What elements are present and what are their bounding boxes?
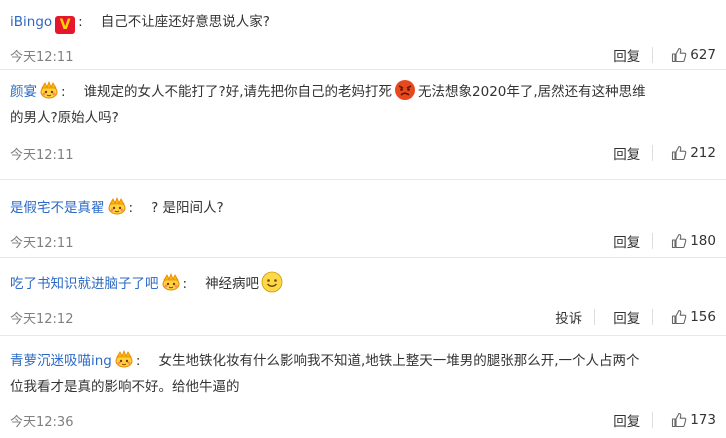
like-button[interactable]: 212 bbox=[671, 145, 716, 161]
divider bbox=[652, 309, 654, 325]
reply-button[interactable]: 回复 bbox=[613, 231, 640, 251]
comment-text: 神经病吧 bbox=[205, 276, 260, 292]
divider bbox=[652, 145, 654, 161]
reply-button[interactable]: 回复 bbox=[613, 143, 640, 163]
like-button[interactable]: 180 bbox=[671, 233, 716, 249]
comment-actions: 投诉 回复 156 bbox=[537, 307, 716, 327]
comment-body: 吃了书知识就进脑子了吧: 神经病吧 bbox=[10, 271, 716, 297]
comment-text: 位我看才是真的影响不好。给他牛逼的 bbox=[10, 379, 240, 395]
username-link[interactable]: 青萝沉迷吸喵ing bbox=[10, 353, 112, 369]
divider bbox=[652, 412, 654, 428]
member-crown-icon bbox=[39, 81, 59, 99]
comment-actions: 回复 180 bbox=[595, 231, 716, 251]
comment-text: 无法想象2020年了,居然还有这种思维 bbox=[418, 84, 646, 100]
comment-meta: 今天12:12 投诉 回复 156 bbox=[10, 305, 716, 331]
reply-button[interactable]: 回复 bbox=[613, 410, 640, 430]
comment-time: 今天12:11 bbox=[10, 148, 74, 163]
comment-text: ? 是阳间人? bbox=[151, 200, 224, 216]
comment-item: 青萝沉迷吸喵ing: 女生地铁化妆有什么影响我不知道,地铁上整天一堆男的腿张那么开… bbox=[0, 336, 726, 438]
comment-body: 青萝沉迷吸喵ing: 女生地铁化妆有什么影响我不知道,地铁上整天一堆男的腿张那么开… bbox=[10, 348, 716, 374]
comment-body: iBingo V: 自己不让座还好意思说人家? bbox=[10, 9, 716, 35]
comment-actions: 回复 212 bbox=[595, 143, 716, 163]
comment-time: 今天12:11 bbox=[10, 50, 74, 65]
like-count: 627 bbox=[690, 47, 716, 63]
username-link[interactable]: iBingo bbox=[10, 14, 52, 30]
angry-face-emoji-icon bbox=[395, 80, 416, 100]
divider bbox=[652, 233, 654, 249]
comment-text: 女生地铁化妆有什么影响我不知道,地铁上整天一堆男的腿张那么开,一个人占两个 bbox=[158, 353, 640, 369]
thumbs-up-icon bbox=[671, 412, 687, 428]
username-link[interactable]: 吃了书知识就进脑子了吧 bbox=[10, 276, 159, 292]
divider bbox=[594, 309, 596, 325]
member-crown-icon bbox=[161, 273, 181, 291]
comment-meta: 今天12:11 回复 180 bbox=[10, 229, 716, 255]
comment-body: 是假宅不是真翟: ? 是阳间人? bbox=[10, 195, 716, 221]
comment-actions: 回复 173 bbox=[595, 410, 716, 430]
comment-text: 自己不让座还好意思说人家? bbox=[100, 14, 270, 30]
colon: : bbox=[128, 200, 134, 216]
comment-meta: 今天12:11 回复 627 bbox=[10, 43, 716, 69]
colon: : bbox=[78, 14, 83, 30]
thumbs-up-icon bbox=[671, 145, 687, 161]
member-crown-icon bbox=[107, 197, 127, 215]
comment-text: 谁规定的女人不能打了?好,请先把你自己的老妈打死 bbox=[83, 84, 393, 100]
comment-item: 吃了书知识就进脑子了吧: 神经病吧 今天12:12 投诉 回复 156 bbox=[0, 258, 726, 336]
like-button[interactable]: 627 bbox=[671, 47, 716, 63]
username-link[interactable]: 是假宅不是真翟 bbox=[10, 200, 105, 216]
comment-time: 今天12:36 bbox=[10, 415, 74, 430]
like-count: 173 bbox=[690, 412, 716, 428]
like-button[interactable]: 173 bbox=[671, 412, 716, 428]
colon: : bbox=[61, 84, 66, 100]
reply-button[interactable]: 回复 bbox=[613, 307, 640, 327]
comment-item: 颜宴: 谁规定的女人不能打了?好,请先把你自己的老妈打死 无法想象2020年了,居然… bbox=[0, 70, 726, 180]
comment-body-continued: 位我看才是真的影响不好。给他牛逼的 bbox=[10, 374, 716, 400]
member-crown-icon bbox=[114, 350, 134, 368]
like-button[interactable]: 156 bbox=[671, 309, 716, 325]
comment-list: iBingo V: 自己不让座还好意思说人家? 今天12:11 回复 627 颜宴:… bbox=[0, 0, 726, 438]
comment-meta: 今天12:36 回复 173 bbox=[10, 408, 716, 434]
report-button[interactable]: 投诉 bbox=[555, 307, 582, 327]
comment-body-continued: 的男人?原始人吗? bbox=[10, 105, 716, 131]
thumbs-up-icon bbox=[671, 309, 687, 325]
comment-item: iBingo V: 自己不让座还好意思说人家? 今天12:11 回复 627 bbox=[0, 0, 726, 70]
like-count: 212 bbox=[690, 145, 716, 161]
comment-meta: 今天12:11 回复 212 bbox=[10, 141, 716, 167]
verified-badge-icon: V bbox=[55, 16, 76, 34]
comment-time: 今天12:11 bbox=[10, 236, 74, 251]
divider bbox=[652, 47, 654, 63]
username-link[interactable]: 颜宴 bbox=[10, 84, 37, 100]
comment-time: 今天12:12 bbox=[10, 312, 74, 327]
colon: : bbox=[135, 353, 141, 369]
thumbs-up-icon bbox=[671, 47, 687, 63]
like-count: 180 bbox=[690, 233, 716, 249]
comment-text: 的男人?原始人吗? bbox=[10, 110, 119, 126]
smile-face-emoji-icon bbox=[261, 271, 283, 293]
comment-actions: 回复 627 bbox=[595, 45, 716, 65]
comment-item: 是假宅不是真翟: ? 是阳间人? 今天12:11 回复 180 bbox=[0, 180, 726, 258]
thumbs-up-icon bbox=[671, 233, 687, 249]
comment-body: 颜宴: 谁规定的女人不能打了?好,请先把你自己的老妈打死 无法想象2020年了,居然… bbox=[10, 79, 716, 105]
colon: : bbox=[182, 276, 188, 292]
reply-button[interactable]: 回复 bbox=[613, 45, 640, 65]
like-count: 156 bbox=[690, 309, 716, 325]
